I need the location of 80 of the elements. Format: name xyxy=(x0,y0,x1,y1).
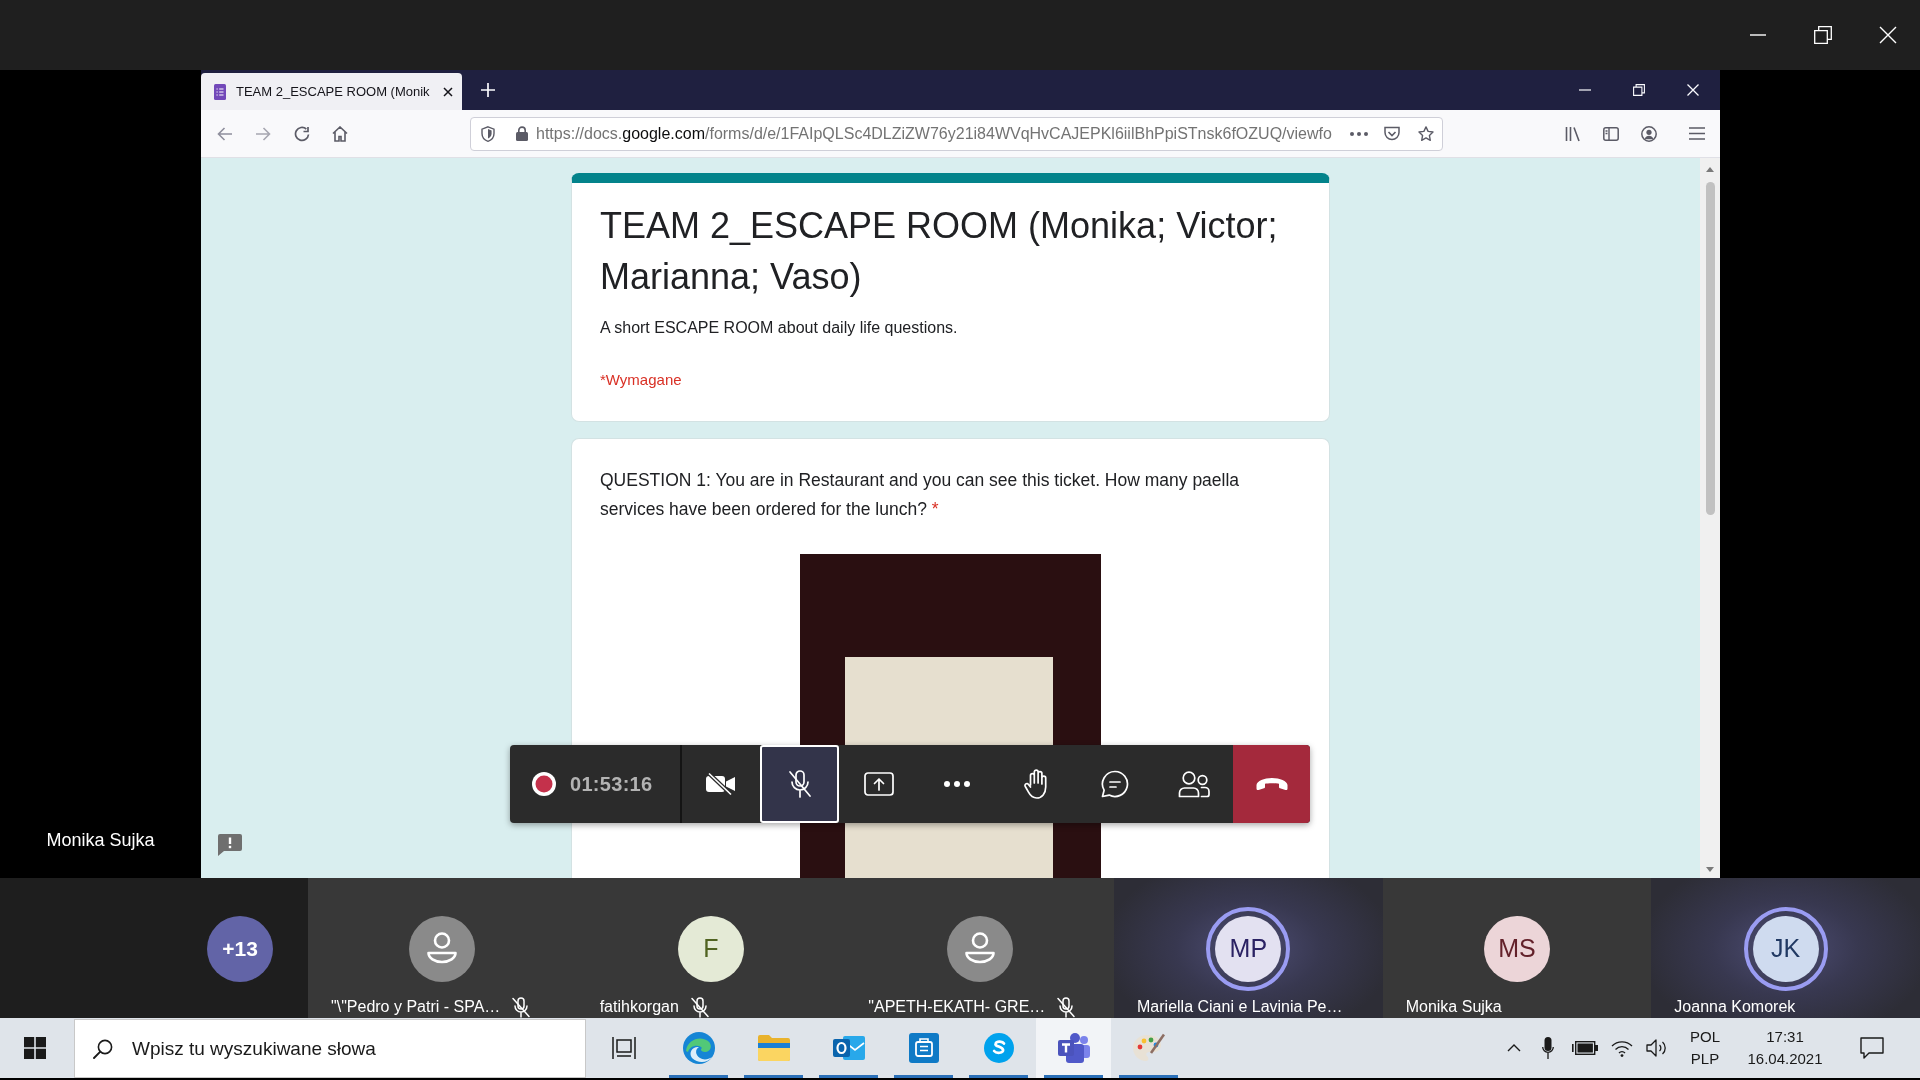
initials-avatar: MS xyxy=(1484,916,1550,982)
close-icon xyxy=(442,86,453,97)
participant-tile[interactable]: "\"Pedro y Patri - SPA… xyxy=(308,878,577,1018)
initials-avatar: JK xyxy=(1743,907,1828,991)
phone-icon xyxy=(1255,778,1288,790)
participant-name: fatihkorgan xyxy=(599,997,679,1017)
team-app-icon xyxy=(1057,1033,1090,1063)
pocket-icon xyxy=(1384,126,1400,141)
participant-name: Joanna Komorek xyxy=(1674,997,1796,1017)
minimize-icon xyxy=(1749,34,1766,36)
participant-tile[interactable]: MS Monika Sujka xyxy=(1382,878,1652,1018)
account-icon xyxy=(1641,125,1657,142)
required-note: *Wymagane xyxy=(600,370,683,390)
plus-icon xyxy=(481,83,495,97)
chevron-up-icon xyxy=(1507,1044,1521,1052)
participant-name: Monika Sujka xyxy=(1405,997,1502,1017)
form-doc-icon xyxy=(214,83,226,100)
more-icon xyxy=(1350,131,1368,136)
chat-icon xyxy=(1101,770,1129,798)
clock-button[interactable]: 17:31 16.04.2021 xyxy=(1736,1018,1834,1078)
hang-up-button[interactable] xyxy=(1233,745,1310,823)
chat-logo-icon xyxy=(983,1033,1014,1063)
back-arrow-icon xyxy=(217,126,233,141)
participant-tile[interactable]: F fatihkorgan xyxy=(576,878,846,1018)
initials-avatar: F xyxy=(678,916,744,982)
scrollbar[interactable] xyxy=(1700,158,1720,878)
palette-icon xyxy=(1132,1033,1165,1063)
presenter-name: Monika Sujka xyxy=(46,829,155,851)
menu-icon xyxy=(1689,127,1705,140)
microphone-button[interactable] xyxy=(760,745,840,823)
battery-icon xyxy=(1572,1041,1598,1055)
notification-icon xyxy=(1860,1037,1884,1059)
people-icon xyxy=(1177,770,1210,798)
participant-name: "APETH-EKATH- GRE… xyxy=(868,997,1046,1017)
participant-name: "\"Pedro y Patri - SPA… xyxy=(331,997,501,1017)
close-icon xyxy=(1878,26,1897,44)
scrollbar-thumb[interactable] xyxy=(1705,182,1715,515)
home-icon xyxy=(332,125,348,142)
sidebar-icon xyxy=(1603,126,1619,141)
wifi-icon xyxy=(1611,1039,1633,1057)
browser-tab[interactable]: TEAM 2_ESCAPE ROOM (Monik xyxy=(201,73,462,110)
swirl-logo-icon xyxy=(682,1032,715,1064)
input-language-button[interactable]: POL PLP xyxy=(1680,1018,1730,1078)
forward-arrow-icon xyxy=(255,126,271,141)
more-icon xyxy=(944,781,971,787)
mail-app-icon xyxy=(832,1033,865,1063)
scroll-up-icon xyxy=(1706,167,1714,172)
participant-tile[interactable]: MP Mariella Ciani e Lavinia Pe… xyxy=(1114,878,1383,1018)
task-view-icon xyxy=(611,1037,636,1059)
close-icon xyxy=(1687,84,1699,96)
star-icon xyxy=(1418,125,1434,142)
lock-icon xyxy=(516,126,528,141)
participant-tile[interactable]: JK Joanna Komorek xyxy=(1651,878,1920,1018)
microphone-icon xyxy=(1542,1037,1554,1059)
folder-icon xyxy=(757,1035,790,1061)
form-description: A short ESCAPE ROOM about daily life questions. xyxy=(600,318,959,338)
participant-tile[interactable]: "APETH-EKATH- GRE… xyxy=(845,878,1114,1018)
search-icon xyxy=(93,1039,113,1059)
restore-icon xyxy=(1633,84,1645,96)
speaker-icon xyxy=(1646,1039,1668,1057)
restore-icon xyxy=(1813,26,1832,44)
initials-avatar: MP xyxy=(1206,907,1291,991)
library-icon xyxy=(1565,125,1581,142)
more-participants-button[interactable]: +13 xyxy=(207,916,273,982)
call-timer: 01:53:16 xyxy=(570,772,653,797)
participant-name: Mariella Ciani e Lavinia Pe… xyxy=(1137,997,1343,1017)
address-bar[interactable]: https://docs.google.com/forms/d/e/1FAIpQLSc4DLZiZW76y21i84WVqHvCAJEPKl6iilBhPpiSTnsk6fOZUQ/viewfo xyxy=(470,116,1443,151)
form-title: TEAM 2_ESCAPE ROOM (Monika; Victor; Marianna; Vaso) xyxy=(600,204,1279,299)
share-screen-icon xyxy=(863,772,894,796)
shield-icon xyxy=(481,125,495,142)
question-text: QUESTION 1: You are in Restaurant and you can see this ticket. How many paella services have been ordered for the lunch? * xyxy=(600,469,1241,521)
windows-logo-icon xyxy=(24,1037,46,1059)
scroll-down-icon xyxy=(1706,867,1714,872)
app-tile-icon xyxy=(908,1033,939,1063)
feedback-icon xyxy=(218,834,242,856)
minimize-icon xyxy=(1579,89,1591,91)
reload-icon xyxy=(294,125,310,142)
hand-icon xyxy=(1024,769,1049,799)
search-field[interactable]: Wpisz tu wyszukiwane słowa xyxy=(74,1019,586,1078)
taskbar-app-button[interactable] xyxy=(1036,1018,1111,1078)
